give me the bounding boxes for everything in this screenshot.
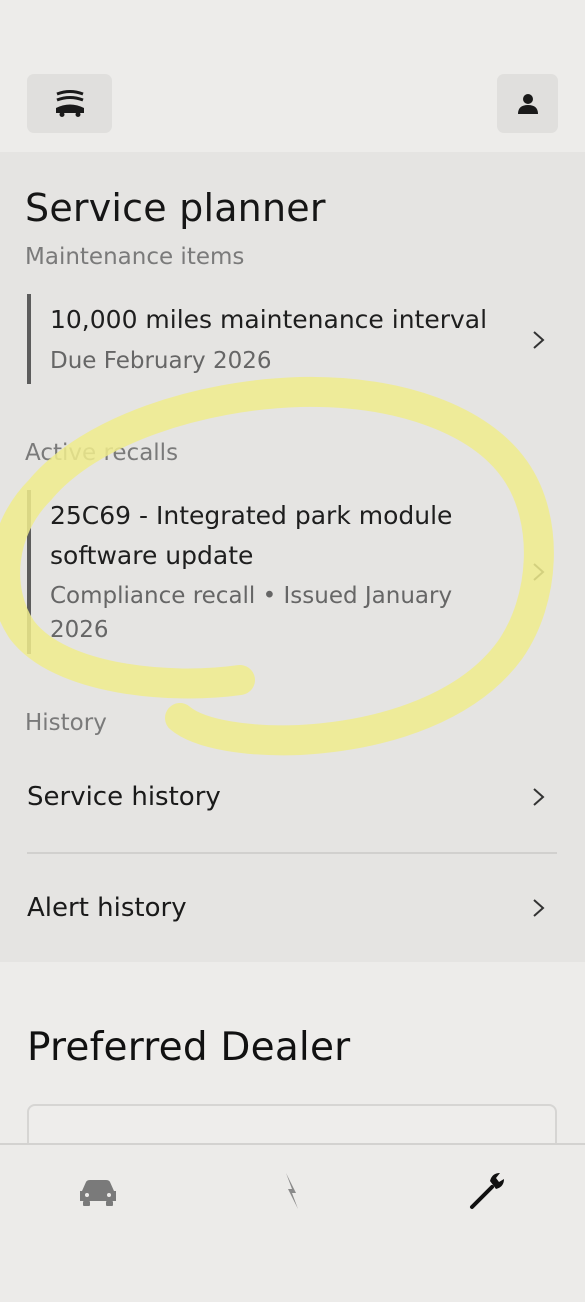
history-heading: History (25, 710, 107, 736)
lightning-icon (286, 1173, 298, 1209)
vehicles-menu-button[interactable] (27, 74, 112, 133)
page-title: Service planner (25, 186, 326, 230)
wrench-icon (470, 1173, 504, 1209)
recall-item[interactable]: 25C69 - Integrated park module software … (27, 490, 557, 654)
maintenance-item-title: 10,000 miles maintenance interval (50, 305, 488, 334)
top-bar (0, 0, 585, 152)
maintenance-items-heading: Maintenance items (25, 244, 245, 270)
recall-subtitle-line2: 2026 (50, 617, 109, 643)
nav-service[interactable] (464, 1167, 512, 1215)
chevron-right-icon (533, 788, 545, 806)
service-history-label: Service history (27, 782, 221, 812)
chevron-right-icon (533, 563, 545, 581)
maintenance-item[interactable]: 10,000 miles maintenance interval Due Fe… (27, 294, 557, 384)
service-history-row[interactable]: Service history (27, 742, 557, 852)
recall-title-line1: 25C69 - Integrated park module (50, 501, 453, 530)
recall-title-line2: software update (50, 541, 254, 570)
profile-button[interactable] (497, 74, 558, 133)
maintenance-item-subtitle: Due February 2026 (50, 348, 272, 374)
vehicles-menu-icon (55, 89, 84, 117)
alert-history-row[interactable]: Alert history (27, 853, 557, 963)
bottom-navigation (0, 1143, 585, 1302)
nav-charging[interactable] (268, 1167, 316, 1215)
chevron-right-icon (533, 331, 545, 349)
chevron-right-icon (533, 899, 545, 917)
recall-subtitle-line1: Compliance recall • Issued January (50, 583, 453, 609)
car-icon (80, 1180, 116, 1206)
alert-history-label: Alert history (27, 893, 187, 923)
person-icon (517, 93, 538, 114)
nav-vehicle[interactable] (74, 1167, 122, 1215)
preferred-dealer-title: Preferred Dealer (27, 1025, 351, 1070)
active-recalls-heading: Active recalls (25, 440, 179, 466)
